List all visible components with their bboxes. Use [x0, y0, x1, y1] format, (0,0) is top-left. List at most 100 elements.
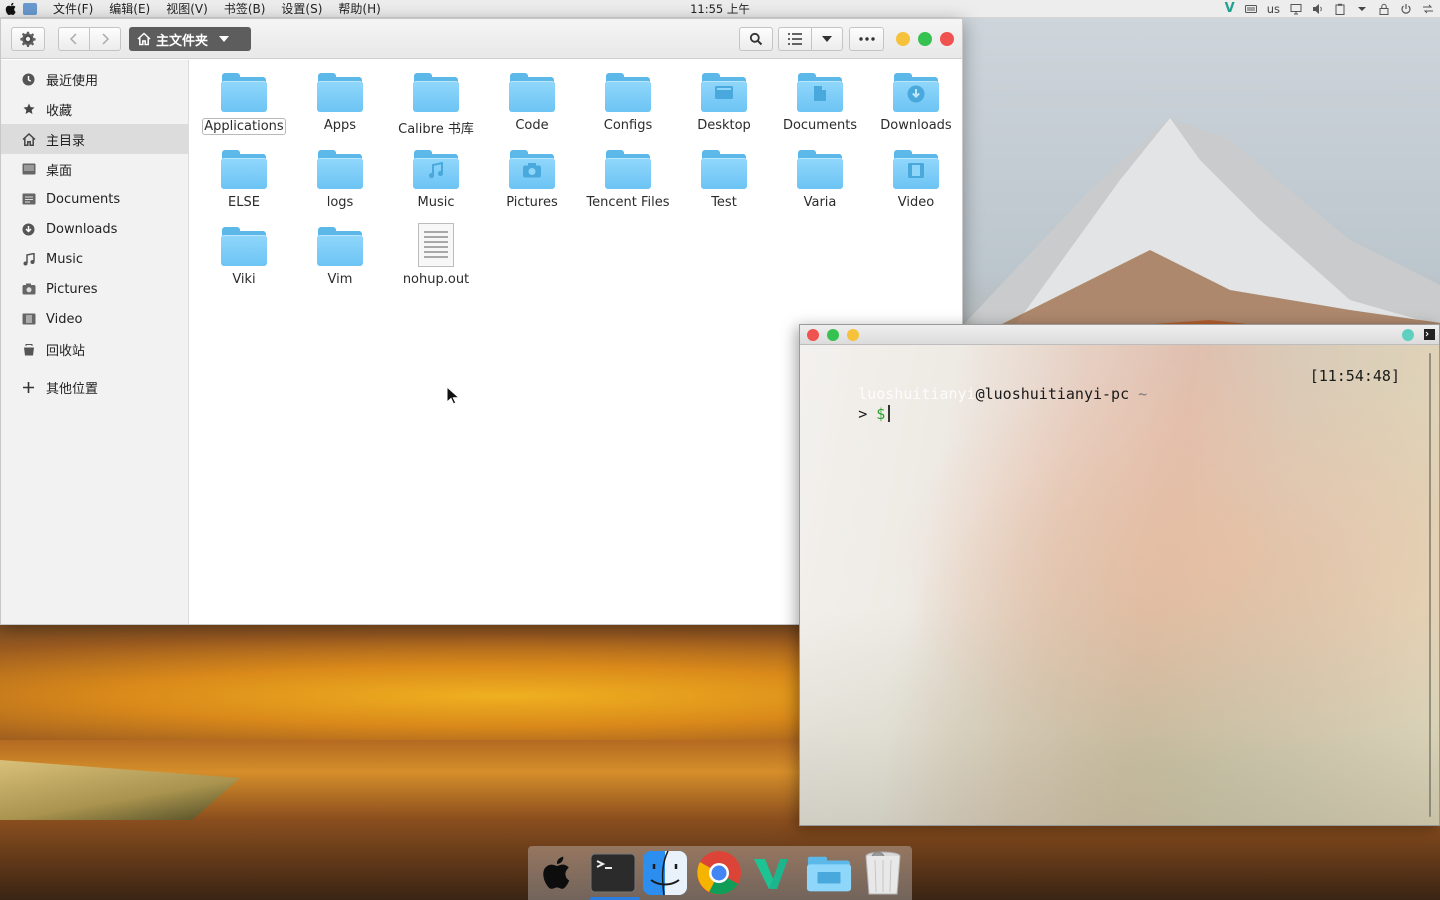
terminal-output[interactable]: luoshuitianyi@luoshuitianyi-pc ~ [11:54:…: [800, 345, 1439, 825]
folder-item-viki[interactable]: Viki: [196, 227, 292, 304]
sidebar-item-other-locations[interactable]: 其他位置: [1, 372, 188, 402]
dock-trash[interactable]: [860, 850, 906, 896]
desktop-folder-icon: [700, 73, 748, 113]
close-button[interactable]: [940, 32, 954, 46]
clipboard-icon[interactable]: [1334, 3, 1346, 15]
sidebar-item-pictures[interactable]: Pictures: [1, 274, 188, 304]
folder-item-desktop[interactable]: Desktop: [676, 73, 772, 150]
dock-vivaldi[interactable]: [748, 850, 794, 896]
prompt-time: [11:54:48]: [1309, 367, 1400, 385]
folder-item-downloads[interactable]: Downloads: [868, 73, 964, 150]
maximize-button[interactable]: [827, 329, 839, 341]
menu-file[interactable]: 文件(F): [53, 0, 93, 17]
terminal-scrollbar[interactable]: [1429, 353, 1431, 817]
menu-bookmarks[interactable]: 书签(B): [224, 0, 266, 17]
lock-icon[interactable]: [1378, 3, 1390, 15]
sidebar-item-music[interactable]: Music: [1, 244, 188, 274]
list-view-button[interactable]: [778, 27, 812, 51]
folder-item-varia[interactable]: Varia: [772, 150, 868, 227]
terminal-icon[interactable]: [1424, 329, 1435, 340]
sticky-button[interactable]: [1402, 329, 1414, 341]
dock-files[interactable]: [806, 850, 852, 896]
view-options-button[interactable]: [811, 27, 843, 51]
film-icon: [21, 312, 36, 327]
sidebar-item-starred[interactable]: 收藏: [1, 94, 188, 124]
dock-chrome[interactable]: [696, 850, 742, 896]
back-button[interactable]: [58, 27, 90, 51]
terminal-window: luoshuitianyi@luoshuitianyi-pc ~ [11:54:…: [799, 324, 1440, 826]
sidebar-item-home[interactable]: 主目录: [1, 124, 188, 154]
file-name: Test: [711, 195, 737, 210]
apple-icon[interactable]: [3, 1, 19, 17]
folder-icon: [700, 150, 748, 190]
dock-terminal[interactable]: [590, 850, 636, 896]
sidebar-item-documents[interactable]: Documents: [1, 184, 188, 214]
dock-launcher[interactable]: [534, 850, 580, 896]
network-icon[interactable]: [1422, 3, 1434, 15]
forward-button[interactable]: [89, 27, 121, 51]
folder-item-logs[interactable]: logs: [292, 150, 388, 227]
more-menu-button[interactable]: [849, 27, 884, 51]
home-icon: [21, 132, 36, 147]
folder-item-calibre[interactable]: Calibre 书库: [388, 73, 484, 150]
folder-item-music[interactable]: Music: [388, 150, 484, 227]
menu-settings[interactable]: 设置(S): [281, 0, 322, 17]
folder-item-video[interactable]: Video: [868, 150, 964, 227]
folder-item-vim[interactable]: Vim: [292, 227, 388, 304]
home-icon: [137, 32, 151, 46]
folder-item-test[interactable]: Test: [676, 150, 772, 227]
keyboard-icon[interactable]: [1244, 3, 1257, 15]
file-name: nohup.out: [402, 272, 470, 287]
search-button[interactable]: [739, 27, 773, 51]
folder-item-apps[interactable]: Apps: [292, 73, 388, 150]
sidebar-item-downloads[interactable]: Downloads: [1, 214, 188, 244]
volume-icon[interactable]: [1312, 3, 1324, 15]
terminal-titlebar[interactable]: [800, 325, 1439, 345]
file-name: Documents: [782, 118, 858, 133]
trash-icon: [21, 342, 36, 357]
folder-item-configs[interactable]: Configs: [580, 73, 676, 150]
maximize-button[interactable]: [918, 32, 932, 46]
path-label: 主文件夹: [156, 33, 209, 49]
menu-help[interactable]: 帮助(H): [338, 0, 380, 17]
prompt-arrow: >: [858, 405, 868, 423]
folder-item-applications[interactable]: Applications: [196, 73, 292, 150]
file-name: Code: [515, 118, 549, 133]
sidebar-item-video[interactable]: Video: [1, 304, 188, 334]
display-icon[interactable]: [1290, 3, 1302, 15]
star-icon: [21, 102, 36, 117]
pictures-folder-icon: [508, 150, 556, 190]
file-name: Applications: [202, 118, 286, 135]
folder-item-pictures[interactable]: Pictures: [484, 150, 580, 227]
chevron-down-icon[interactable]: [1356, 3, 1368, 15]
minimize-button[interactable]: [896, 32, 910, 46]
settings-button[interactable]: [11, 27, 45, 51]
menu-view[interactable]: 视图(V): [166, 0, 208, 17]
path-bar-home[interactable]: 主文件夹: [129, 27, 251, 51]
folder-item-tencent-files[interactable]: Tencent Files: [580, 150, 676, 227]
clock-icon: [21, 72, 36, 87]
file-item-nohup[interactable]: nohup.out: [388, 223, 484, 304]
sidebar-item-trash[interactable]: 回收站: [1, 334, 188, 364]
sidebar-item-desktop[interactable]: 桌面: [1, 154, 188, 184]
sidebar-item-label: Music: [46, 251, 83, 267]
folder-item-code[interactable]: Code: [484, 73, 580, 150]
folder-item-documents[interactable]: Documents: [772, 73, 868, 150]
file-name: Music: [417, 195, 455, 210]
folder-icon: [508, 73, 556, 113]
file-name: Apps: [323, 118, 357, 133]
dock-finder[interactable]: [642, 850, 688, 896]
keyboard-layout-label[interactable]: us: [1267, 2, 1280, 16]
vivaldi-tray-icon[interactable]: V: [1225, 1, 1235, 16]
file-manager-app-icon[interactable]: [23, 2, 37, 15]
close-button[interactable]: [807, 329, 819, 341]
file-name: Varia: [803, 195, 837, 210]
folder-item-else[interactable]: ELSE: [196, 150, 292, 227]
power-icon[interactable]: [1400, 3, 1412, 15]
minimize-button[interactable]: [847, 329, 859, 341]
folder-icon: [220, 150, 268, 190]
chrome-icon: [697, 851, 741, 895]
menu-edit[interactable]: 编辑(E): [109, 0, 150, 17]
sidebar-item-recent[interactable]: 最近使用: [1, 64, 188, 94]
document-icon: [21, 192, 36, 207]
